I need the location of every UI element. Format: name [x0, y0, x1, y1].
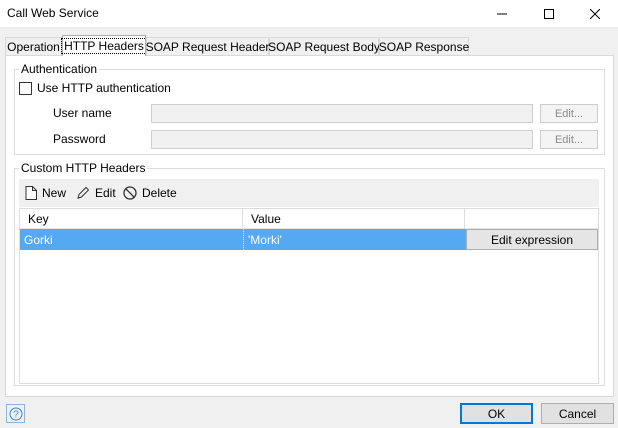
table-row[interactable]: Gorki 'Morki' Edit expression [20, 229, 598, 250]
minimize-button[interactable] [479, 0, 525, 28]
delete-icon [123, 186, 137, 200]
column-header-value[interactable]: Value [243, 209, 465, 229]
edit-button-label: Edit [95, 186, 116, 200]
tab-label: HTTP Headers [61, 38, 147, 54]
title-bar: Call Web Service [0, 0, 618, 28]
tab-label: SOAP Response [378, 39, 470, 54]
delete-button-label: Delete [142, 186, 177, 200]
new-document-icon [25, 186, 37, 200]
username-field[interactable] [151, 104, 533, 123]
column-header-action [465, 209, 598, 229]
tab-operation[interactable]: Operation [5, 37, 62, 55]
password-edit-button[interactable]: Edit... [540, 130, 598, 149]
headers-table: Key Value Gorki 'Morki' Edit expression [19, 208, 599, 384]
cancel-button-label: Cancel [558, 406, 597, 421]
edit-button-label: Edit... [554, 133, 584, 146]
tab-soap-request-body[interactable]: SOAP Request Body [268, 37, 380, 55]
ok-button-label: OK [487, 406, 506, 421]
new-button[interactable]: New [25, 185, 66, 201]
minimize-icon [497, 13, 507, 15]
delete-button[interactable]: Delete [123, 185, 177, 201]
new-button-label: New [42, 186, 67, 200]
authentication-legend: Authentication [19, 62, 100, 76]
password-label: Password [53, 132, 106, 146]
pencil-icon [77, 186, 90, 199]
tab-soap-response[interactable]: SOAP Response [379, 37, 469, 55]
tab-label: SOAP Request Header [145, 39, 270, 54]
close-icon [590, 9, 600, 19]
key-cell: Gorki [24, 232, 53, 247]
ok-button[interactable]: OK [460, 403, 533, 424]
close-button[interactable] [572, 0, 618, 28]
username-label: User name [53, 106, 112, 120]
tab-label: SOAP Request Body [268, 39, 380, 54]
edit-button[interactable]: Edit [76, 185, 116, 201]
use-http-auth-checkbox[interactable] [19, 82, 32, 95]
help-icon: ? [9, 407, 22, 420]
edit-button-label: Edit... [554, 107, 584, 120]
edit-expression-button[interactable]: Edit expression [466, 229, 598, 250]
value-cell: 'Morki' [243, 229, 465, 250]
column-header-label: Value [251, 211, 281, 226]
window-title: Call Web Service [7, 6, 99, 20]
svg-text:?: ? [13, 409, 19, 420]
maximize-button[interactable] [526, 0, 572, 28]
cancel-button[interactable]: Cancel [541, 403, 614, 424]
username-edit-button[interactable]: Edit... [540, 104, 598, 123]
password-field[interactable] [151, 130, 533, 149]
column-header-label: Key [28, 211, 49, 226]
tab-http-headers[interactable]: HTTP Headers [61, 35, 147, 56]
use-http-auth-label: Use HTTP authentication [37, 81, 171, 95]
edit-expression-label: Edit expression [490, 232, 574, 247]
custom-headers-legend: Custom HTTP Headers [19, 161, 148, 175]
maximize-icon [544, 9, 554, 19]
tab-soap-request-header[interactable]: SOAP Request Header [146, 37, 269, 55]
headers-toolbar: New Edit Delete [19, 179, 599, 207]
tab-label: Operation [7, 39, 60, 54]
help-button[interactable]: ? [6, 404, 25, 423]
column-header-key[interactable]: Key [20, 209, 243, 229]
